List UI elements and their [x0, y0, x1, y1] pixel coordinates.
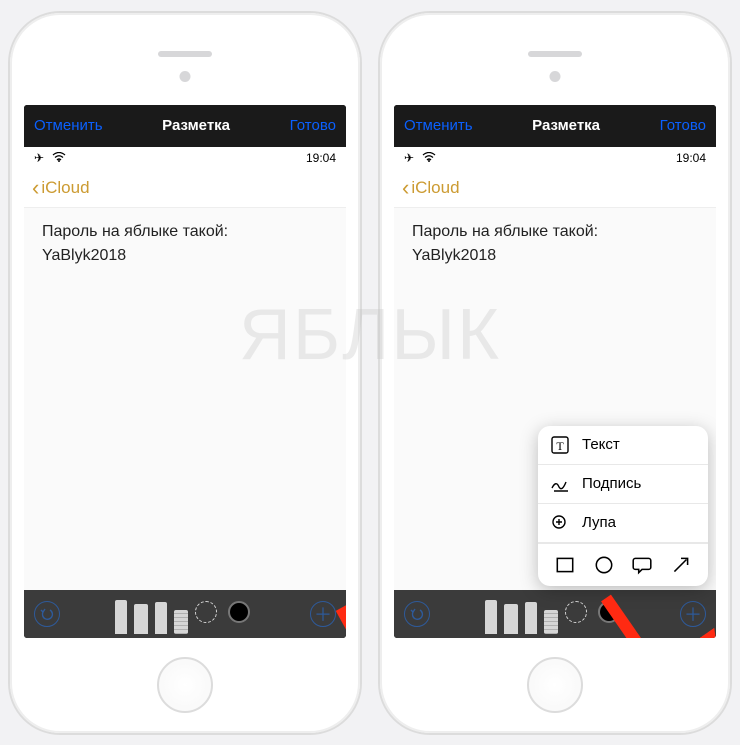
shape-speech-bubble[interactable]	[631, 554, 653, 576]
pen-tool[interactable]	[485, 600, 497, 634]
speaker	[528, 51, 582, 57]
shape-arrow[interactable]	[670, 554, 692, 576]
lasso-tool[interactable]	[195, 601, 217, 623]
note-line1: Пароль на яблыке такой:	[412, 220, 698, 245]
markup-toolbar: ＋	[394, 590, 716, 638]
popover-shapes-row	[538, 543, 708, 586]
marker-tool[interactable]	[504, 604, 518, 634]
color-picker[interactable]	[598, 601, 620, 623]
pencil-tool[interactable]	[155, 602, 167, 634]
breadcrumb[interactable]: ‹ iCloud	[24, 169, 346, 207]
camera	[180, 71, 191, 82]
note-line2: YaBlyk2018	[412, 244, 698, 269]
popover-magnifier-option[interactable]: Лупа	[538, 504, 708, 543]
statusbar: ✈ 19:04	[24, 147, 346, 169]
breadcrumb[interactable]: ‹ iCloud	[394, 169, 716, 207]
cancel-button[interactable]: Отменить	[404, 117, 473, 134]
speaker	[158, 51, 212, 57]
shape-rectangle[interactable]	[554, 554, 576, 576]
note-line1: Пароль на яблыке такой:	[42, 220, 328, 245]
marker-tool[interactable]	[134, 604, 148, 634]
wifi-icon	[52, 151, 66, 165]
note-line2: YaBlyk2018	[42, 244, 328, 269]
screen-left: Отменить Разметка Готово ✈ 19:04 ‹ iClou…	[24, 105, 346, 638]
tool-palette	[430, 590, 674, 638]
popover-text-option[interactable]: T Текст	[538, 426, 708, 465]
pencil-tool[interactable]	[525, 602, 537, 634]
lasso-tool[interactable]	[565, 601, 587, 623]
undo-button[interactable]	[404, 601, 430, 627]
add-popover: T Текст Подпись Лупа	[538, 426, 708, 586]
cancel-button[interactable]: Отменить	[34, 117, 103, 134]
add-button[interactable]: ＋	[680, 601, 706, 627]
home-button[interactable]	[157, 657, 213, 713]
home-button[interactable]	[527, 657, 583, 713]
markup-topbar: Отменить Разметка Готово	[394, 105, 716, 147]
eraser-tool[interactable]	[174, 610, 188, 634]
popover-magnifier-label: Лупа	[582, 514, 616, 531]
statusbar: ✈ 19:04	[394, 147, 716, 169]
svg-text:T: T	[556, 439, 564, 453]
eraser-tool[interactable]	[544, 610, 558, 634]
shape-circle[interactable]	[593, 554, 615, 576]
screen-right: Отменить Разметка Готово ✈ 19:04 ‹ iClou…	[394, 105, 716, 638]
camera	[550, 71, 561, 82]
color-picker[interactable]	[228, 601, 250, 623]
breadcrumb-label: iCloud	[41, 178, 89, 198]
status-time: 19:04	[676, 151, 706, 165]
popover-signature-option[interactable]: Подпись	[538, 465, 708, 504]
phone-left: Отменить Разметка Готово ✈ 19:04 ‹ iClou…	[10, 13, 360, 733]
phone-right: Отменить Разметка Готово ✈ 19:04 ‹ iClou…	[380, 13, 730, 733]
popover-text-label: Текст	[582, 436, 620, 453]
done-button[interactable]: Готово	[660, 117, 706, 134]
note-content: Пароль на яблыке такой: YaBlyk2018	[24, 207, 346, 590]
chevron-left-icon: ‹	[402, 175, 409, 201]
markup-toolbar: ＋	[24, 590, 346, 638]
add-button[interactable]: ＋	[310, 601, 336, 627]
markup-topbar: Отменить Разметка Готово	[24, 105, 346, 147]
airplane-icon: ✈	[404, 151, 414, 165]
airplane-icon: ✈	[34, 151, 44, 165]
pen-tool[interactable]	[115, 600, 127, 634]
markup-title: Разметка	[162, 117, 230, 134]
chevron-left-icon: ‹	[32, 175, 39, 201]
markup-title: Разметка	[532, 117, 600, 134]
breadcrumb-label: iCloud	[411, 178, 459, 198]
popover-signature-label: Подпись	[582, 475, 641, 492]
undo-button[interactable]	[34, 601, 60, 627]
status-time: 19:04	[306, 151, 336, 165]
done-button[interactable]: Готово	[290, 117, 336, 134]
wifi-icon	[422, 151, 436, 165]
tool-palette	[60, 590, 304, 638]
